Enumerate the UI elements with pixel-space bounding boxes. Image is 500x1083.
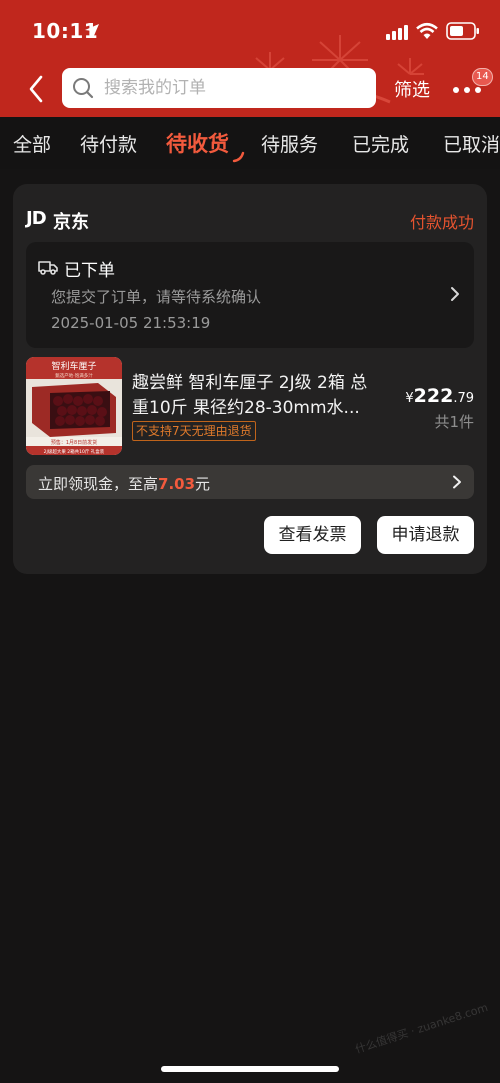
thumb-subtitle: 甄选产地·饱满多汁 — [55, 372, 93, 379]
order-progress-panel[interactable]: 已下单 您提交了订单，请等待系统确认 2025-01-05 21:53:19 — [26, 242, 474, 348]
order-status: 付款成功 — [409, 213, 474, 232]
status-bar: 10:11 — [0, 0, 500, 60]
chevron-left-icon — [29, 75, 43, 103]
progress-description: 您提交了订单，请等待系统确认 — [51, 288, 262, 306]
top-header: 10:11 筛选 — [0, 0, 500, 117]
view-invoice-button[interactable]: 查看发票 — [264, 516, 361, 554]
progress-title: 已下单 — [64, 261, 115, 281]
tab-pending-payment[interactable]: 待付款 — [80, 130, 137, 157]
price-integer: 222 — [413, 385, 454, 407]
no-return-tag: 不支持7天无理由退货 — [132, 421, 256, 441]
tab-cancelled[interactable]: 已取消 — [443, 130, 500, 157]
tab-completed[interactable]: 已完成 — [352, 130, 409, 157]
search-input[interactable] — [104, 78, 364, 98]
more-dots-icon — [453, 87, 481, 93]
home-indicator[interactable] — [161, 1066, 339, 1072]
tab-pending-receipt[interactable]: 待收货 — [166, 128, 229, 158]
search-icon — [73, 78, 94, 99]
shop-name[interactable]: 京东 — [53, 208, 89, 234]
cellular-signal-icon — [386, 25, 408, 40]
price-currency: ¥ — [405, 391, 414, 406]
cherry-box-image: 智利车厘子 甄选产地·饱满多汁 预售：1月8日前发货 2J级超大果 2箱共10斤… — [26, 357, 122, 455]
cashback-banner[interactable]: 立即领现金，至高7.03元 — [26, 465, 474, 499]
active-tab-indicator — [232, 151, 245, 163]
order-status-tabs: 全部 待付款 待收货 待服务 已完成 已取消 — [0, 117, 500, 169]
product-title-line1: 趣尝鲜 智利车厘子 2J级 2箱 总 — [132, 373, 368, 393]
watermark: 什么值得买 · zuanke8.com — [353, 1000, 490, 1057]
product-title-line2: 重10斤 果径约28-30mm水... — [132, 398, 360, 418]
chevron-right-icon — [451, 287, 459, 301]
order-search-box[interactable] — [62, 68, 376, 108]
progress-timestamp: 2025-01-05 21:53:19 — [51, 314, 211, 332]
price-decimal: .79 — [453, 391, 474, 406]
tab-all[interactable]: 全部 — [13, 130, 51, 157]
thumb-banner-presale: 预售：1月8日前发货 — [51, 439, 97, 446]
tab-pending-service[interactable]: 待服务 — [261, 130, 318, 157]
thumb-title: 智利车厘子 — [51, 360, 96, 372]
cashback-suffix: 元 — [195, 475, 211, 493]
chevron-right-icon — [453, 475, 461, 489]
location-arrow-icon — [85, 24, 99, 38]
product-price: ¥222.79 — [405, 385, 474, 407]
cashback-amount: 7.03 — [158, 475, 196, 493]
product-quantity: 共1件 — [434, 413, 474, 431]
back-button[interactable] — [22, 70, 50, 108]
jd-logo: JD — [26, 208, 47, 229]
thumb-banner-spec: 2J级超大果 2箱共10斤 礼盒装 — [44, 448, 105, 455]
notification-badge: 14 — [472, 68, 493, 86]
battery-icon — [446, 22, 479, 40]
order-card[interactable]: JD 京东 付款成功 已下单 您提交了订单，请等待系统确认 2025-01-05… — [13, 184, 487, 574]
product-thumbnail[interactable]: 智利车厘子 甄选产地·饱满多汁 预售：1月8日前发货 2J级超大果 2箱共10斤… — [26, 357, 122, 455]
wifi-icon — [416, 22, 438, 39]
product-title[interactable]: 趣尝鲜 智利车厘子 2J级 2箱 总 重10斤 果径约28-30mm水... — [132, 371, 394, 421]
filter-button[interactable]: 筛选 — [394, 76, 430, 102]
cashback-text: 立即领现金，至高7.03元 — [38, 473, 210, 494]
request-refund-button[interactable]: 申请退款 — [377, 516, 474, 554]
delivery-truck-icon — [38, 261, 58, 275]
cashback-prefix: 立即领现金，至高 — [38, 475, 159, 493]
